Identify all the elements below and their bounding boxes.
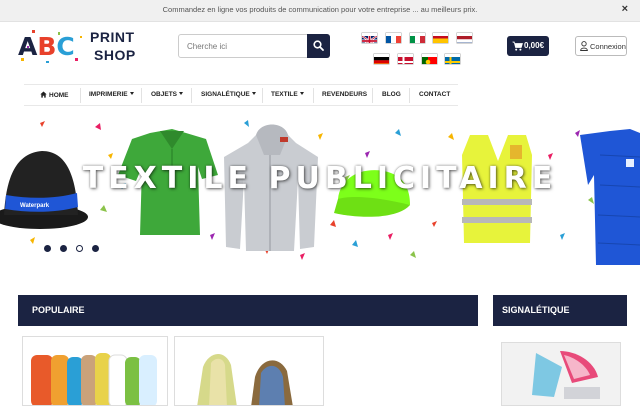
nav-label-contact: CONTACT bbox=[419, 91, 450, 98]
nav-divider bbox=[80, 88, 81, 103]
slider-dot[interactable] bbox=[60, 245, 67, 252]
signage-section-header: SIGNALÉTIQUE bbox=[493, 295, 627, 326]
nav-item-signaletique[interactable]: SIGNALÉTIQUE bbox=[201, 91, 256, 98]
close-icon[interactable]: × bbox=[622, 3, 628, 15]
signage-image bbox=[502, 343, 621, 406]
nav-divider bbox=[313, 88, 314, 103]
jacket-icon bbox=[580, 129, 640, 265]
france-flag-icon[interactable] bbox=[386, 33, 401, 43]
nav-label-textile: TEXTILE bbox=[271, 91, 298, 98]
hat-band-label: Waterpark bbox=[20, 203, 50, 209]
product-card[interactable] bbox=[174, 336, 324, 406]
logo-confetti-icon bbox=[18, 28, 88, 68]
top-info-message: Commandez en ligne vos produits de commu… bbox=[0, 5, 640, 14]
nav-item-textile[interactable]: TEXTILE bbox=[271, 91, 304, 98]
uk-flag-icon[interactable] bbox=[362, 33, 377, 43]
nav-label-home: HOME bbox=[49, 92, 69, 99]
nav-divider bbox=[141, 88, 142, 103]
site-logo[interactable]: ABC PRINT SHOP bbox=[18, 28, 148, 68]
italy-flag-icon[interactable] bbox=[410, 33, 425, 43]
nav-divider bbox=[372, 88, 373, 103]
netherlands-flag-icon[interactable] bbox=[457, 33, 472, 43]
nav-divider bbox=[191, 88, 192, 103]
wristbands-image bbox=[23, 337, 168, 406]
user-icon bbox=[580, 41, 588, 51]
chevron-down-icon bbox=[252, 92, 256, 95]
top-info-bar: Commandez en ligne vos produits de commu… bbox=[0, 0, 640, 22]
germany-flag-icon[interactable] bbox=[374, 54, 389, 64]
cart-button[interactable]: 0,00€ bbox=[507, 36, 549, 56]
login-button[interactable]: Connexion bbox=[575, 36, 627, 56]
search-button[interactable] bbox=[307, 34, 330, 58]
banner-title: TEXTILE PUBLICITAIRE bbox=[0, 161, 640, 196]
login-label: Connexion bbox=[590, 42, 626, 51]
nav-item-objets[interactable]: OBJETS bbox=[151, 91, 183, 98]
popular-section-title: POPULAIRE bbox=[32, 305, 85, 315]
chevron-down-icon bbox=[179, 92, 183, 95]
nav-label-blog: BLOG bbox=[382, 91, 401, 98]
nav-item-home[interactable]: HOME bbox=[40, 91, 69, 99]
search-input[interactable] bbox=[179, 35, 309, 57]
slider-dot[interactable] bbox=[92, 245, 99, 252]
logo-print-text: PRINT bbox=[90, 29, 135, 45]
home-icon bbox=[40, 91, 47, 98]
spain-flag-icon[interactable] bbox=[433, 33, 448, 43]
nav-item-imprimerie[interactable]: IMPRIMERIE bbox=[89, 91, 134, 98]
search-icon bbox=[313, 40, 324, 51]
nav-item-revendeurs[interactable]: REVENDEURS bbox=[322, 91, 367, 98]
nav-label-objets: OBJETS bbox=[151, 91, 177, 98]
nav-divider bbox=[409, 88, 410, 103]
denmark-flag-icon[interactable] bbox=[398, 54, 413, 64]
chevron-down-icon bbox=[130, 92, 134, 95]
portugal-flag-icon[interactable] bbox=[422, 54, 437, 64]
hero-slider[interactable]: Waterpark bbox=[0, 115, 640, 270]
nav-label-revendeurs: REVENDEURS bbox=[322, 91, 367, 98]
cart-icon bbox=[512, 41, 523, 51]
nav-item-blog[interactable]: BLOG bbox=[382, 91, 401, 98]
search-box bbox=[178, 34, 330, 58]
nav-item-contact[interactable]: CONTACT bbox=[419, 91, 450, 98]
signage-section-title: SIGNALÉTIQUE bbox=[502, 305, 570, 315]
sweden-flag-icon[interactable] bbox=[445, 54, 460, 64]
scarves-image bbox=[175, 337, 324, 406]
slider-dot-active[interactable] bbox=[76, 245, 83, 252]
popular-section-header: POPULAIRE bbox=[18, 295, 478, 326]
nav-label-imprimerie: IMPRIMERIE bbox=[89, 91, 128, 98]
product-card[interactable] bbox=[501, 342, 621, 406]
nav-divider bbox=[262, 88, 263, 103]
nav-label-signaletique: SIGNALÉTIQUE bbox=[201, 91, 250, 98]
main-navigation: HOME IMPRIMERIE OBJETS SIGNALÉTIQUE TEXT… bbox=[24, 84, 458, 106]
product-card[interactable] bbox=[22, 336, 168, 406]
chevron-down-icon bbox=[300, 92, 304, 95]
cart-total: 0,00€ bbox=[524, 41, 544, 50]
slider-dot[interactable] bbox=[44, 245, 51, 252]
logo-shop-text: SHOP bbox=[94, 47, 136, 63]
